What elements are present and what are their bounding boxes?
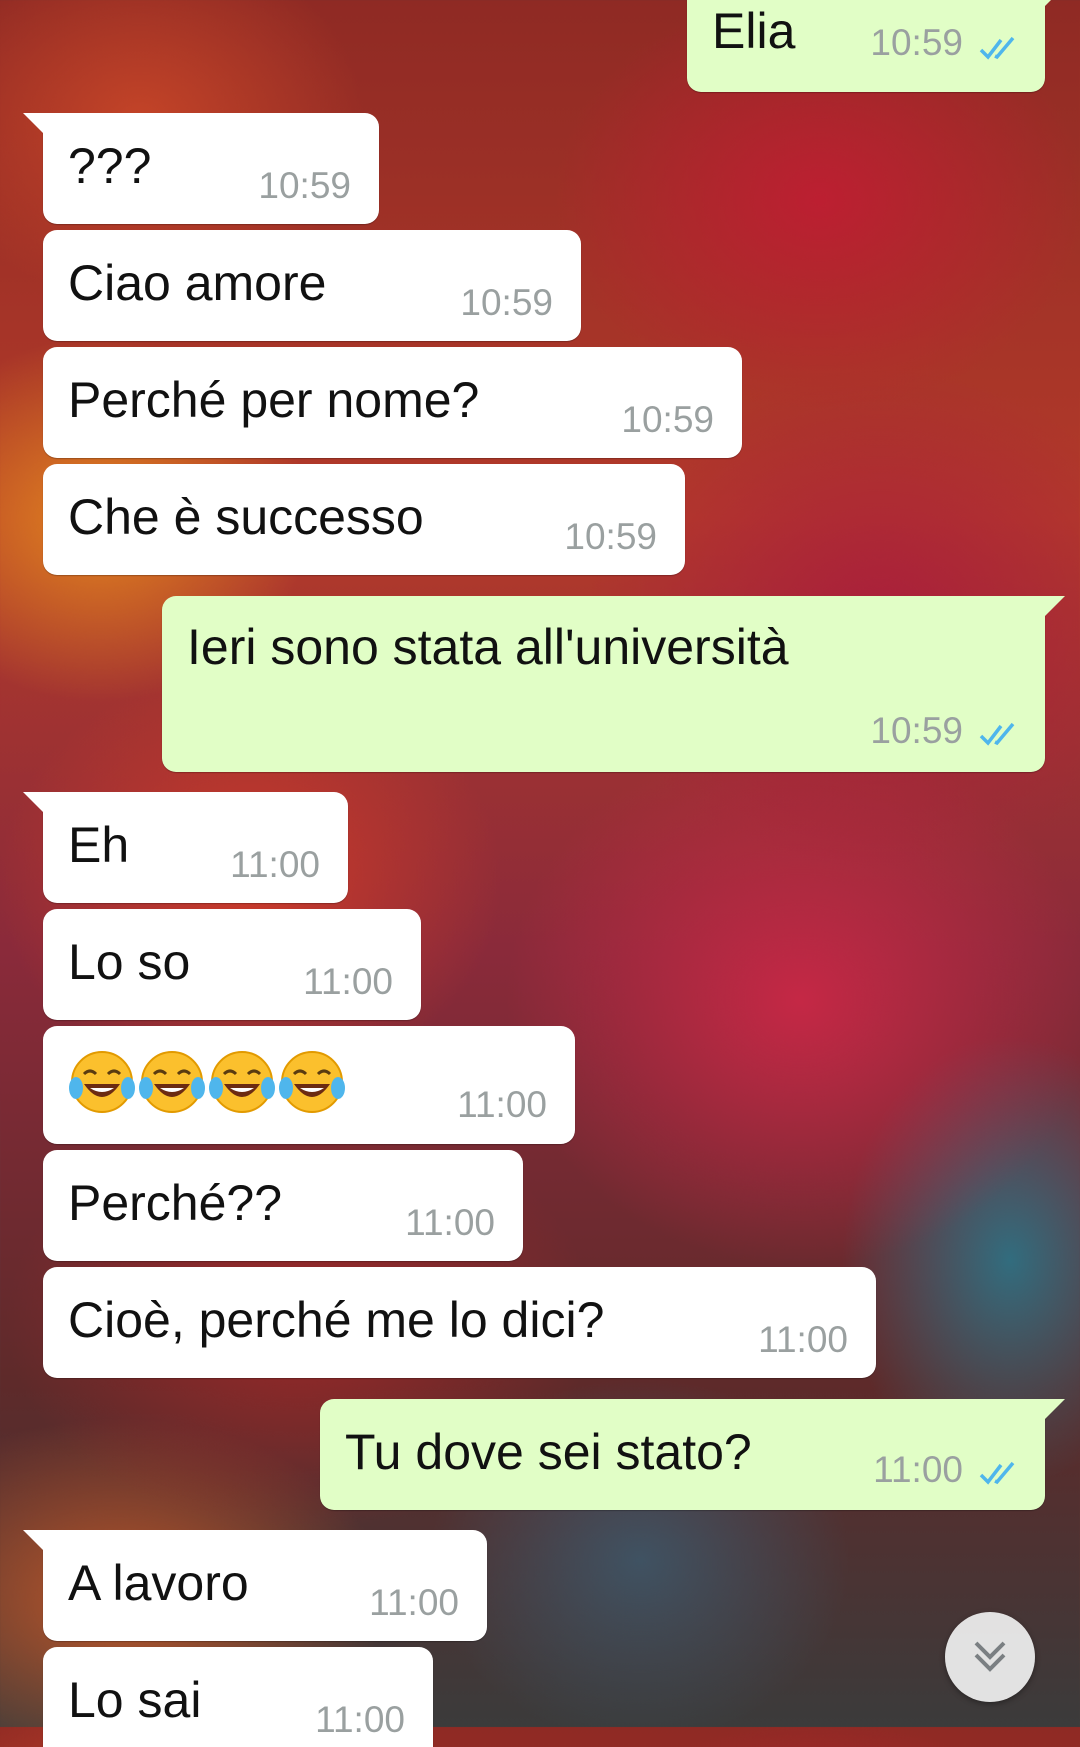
message-time: 11:00 [230,844,320,885]
tears-of-joy-emoji-icon [69,1051,135,1113]
message-bubble-incoming[interactable]: A lavoro 11:00 [23,1530,487,1641]
message-text: Elia [712,3,796,59]
message-bubble-incoming[interactable]: Eh 11:00 [23,792,348,903]
message-time: 10:59 [870,22,963,63]
message-time: 11:00 [315,1699,405,1740]
scroll-to-bottom-button[interactable] [945,1612,1035,1702]
message-text: Cioè, perché me lo dici? [68,1292,605,1348]
tears-of-joy-emoji-icon [279,1051,345,1113]
message-bubble-incoming[interactable]: Lo sai 11:00 [43,1647,433,1747]
tears-of-joy-emoji-icon [209,1051,275,1113]
message-bubble-incoming[interactable]: Lo so 11:00 [43,909,421,1020]
message-time: 11:00 [457,1084,547,1125]
message-text: Eh [68,817,130,873]
message-text: Lo sai [68,1672,202,1728]
message-bubble-incoming[interactable]: Ciao amore 10:59 [43,230,581,341]
message-text: Ciao amore [68,255,327,311]
message-text: ??? [68,138,152,194]
message-bubble-incoming[interactable]: Cioè, perché me lo dici? 11:00 [43,1267,876,1378]
message-bubble-incoming[interactable]: 11:00 [43,1026,575,1144]
message-bubble-outgoing[interactable]: Tu dove sei stato? 11:00 [320,1399,1065,1510]
message-time: 10:59 [621,399,714,440]
message-text: Lo so [68,934,191,990]
message-time: 10:59 [460,282,553,323]
double-chevron-down-icon [974,1641,1006,1672]
emoji-message [68,1048,346,1116]
message-bubble-incoming[interactable]: Che è successo 10:59 [43,464,685,575]
message-text: Perché?? [68,1175,283,1231]
message-text: Tu dove sei stato? [345,1424,752,1480]
message-bubble-outgoing[interactable]: Ieri sono stata all'università 10:59 [162,596,1065,772]
message-time: 11:00 [369,1582,459,1623]
message-time: 11:00 [405,1202,495,1243]
message-bubble-incoming[interactable]: Perché per nome? 10:59 [43,347,742,458]
message-text: A lavoro [68,1555,249,1611]
read-receipt-icon [979,1461,1015,1485]
message-bubble-incoming[interactable]: ??? 10:59 [23,113,379,224]
message-time: 10:59 [870,710,963,751]
message-bubble-incoming[interactable]: Perché?? 11:00 [43,1150,523,1261]
message-text: Ieri sono stata all'università [187,619,789,675]
tears-of-joy-emoji-icon [139,1051,205,1113]
read-receipt-icon [979,36,1015,60]
message-time: 10:59 [258,165,351,206]
message-time: 11:00 [758,1319,848,1360]
message-time: 11:00 [303,961,393,1002]
read-receipt-icon [979,722,1015,746]
message-text: Che è successo [68,489,424,545]
message-text: Perché per nome? [68,372,480,428]
message-time: 11:00 [873,1449,963,1490]
message-time: 10:59 [564,516,657,557]
message-bubble-outgoing[interactable]: Elia 10:59 [687,0,1065,92]
